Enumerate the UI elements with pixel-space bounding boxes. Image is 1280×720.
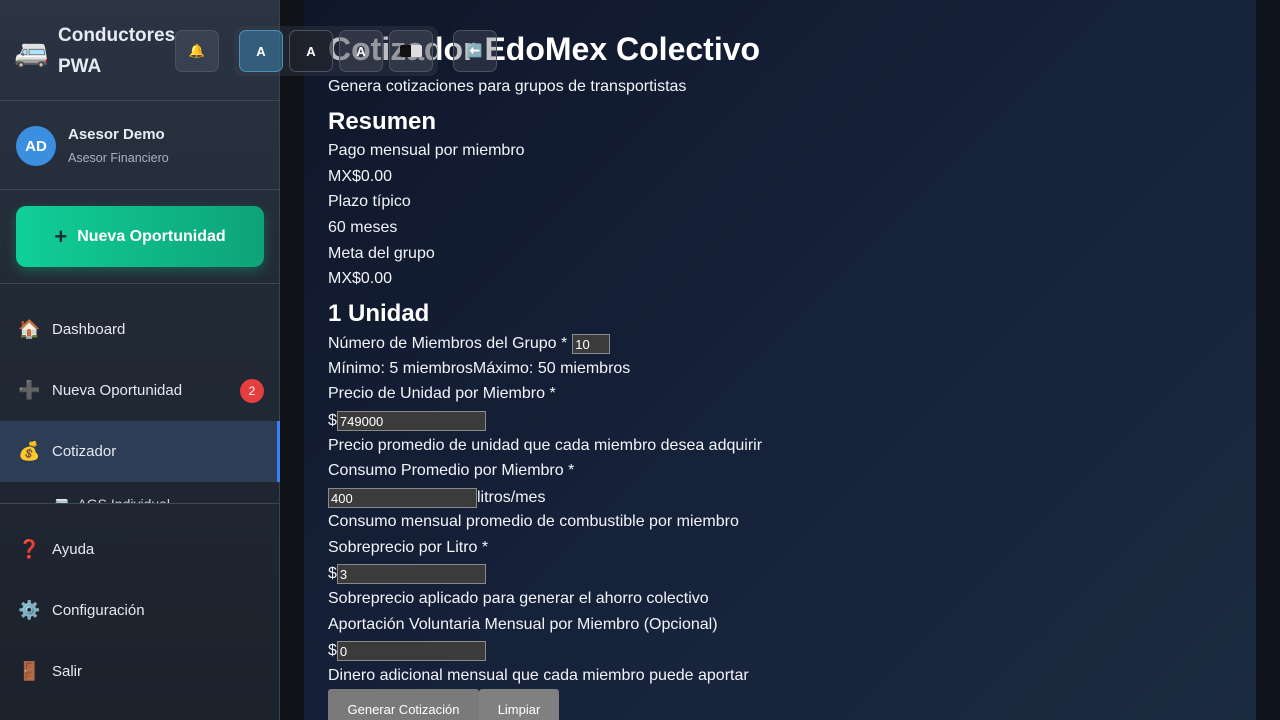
surcharge-input[interactable] bbox=[336, 564, 486, 584]
sidebar-item-label: Nueva Oportunidad bbox=[52, 382, 183, 399]
surcharge-hint: Sobreprecio aplicado para generar el aho… bbox=[328, 590, 709, 607]
sidebar-item-cotizador[interactable]: 💰 Cotizador bbox=[0, 421, 280, 482]
new-opportunity-label: Nueva Oportunidad bbox=[77, 227, 226, 245]
summary-heading: Resumen bbox=[328, 108, 437, 135]
voluntary-label: Aportación Voluntaria Mensual por Miembr… bbox=[328, 616, 718, 633]
summary-goal-value: MX$0.00 bbox=[328, 270, 393, 287]
sidebar-item-label: Configuración bbox=[52, 602, 145, 619]
clear-button[interactable]: Limpiar bbox=[479, 689, 559, 720]
notifications-button[interactable]: 🔔 bbox=[175, 30, 219, 72]
voluntary-field-row: $ bbox=[328, 641, 486, 661]
sidebar-item-settings[interactable]: ⚙️ Configuración bbox=[0, 580, 280, 641]
consumption-input[interactable] bbox=[328, 488, 477, 508]
avatar: AD bbox=[16, 126, 56, 166]
price-label: Precio de Unidad por Miembro * bbox=[328, 385, 556, 402]
sidebar-item-new-opportunity[interactable]: ➕ Nueva Oportunidad 2 bbox=[0, 360, 280, 421]
van-icon: 🚐 bbox=[52, 495, 70, 504]
font-size-large-button[interactable]: A bbox=[339, 30, 383, 72]
units-heading: 1 Unidad bbox=[328, 300, 430, 327]
consumption-hint: Consumo mensual promedio de combustible … bbox=[328, 513, 739, 530]
price-hint: Precio promedio de unidad que cada miemb… bbox=[328, 437, 763, 454]
font-size-small-button[interactable]: A bbox=[239, 30, 283, 72]
members-input[interactable] bbox=[572, 334, 611, 354]
back-arrow-icon: ⬅️ bbox=[466, 43, 484, 58]
sidebar-subitem-label: AGS Individual bbox=[77, 496, 171, 504]
sidebar-item-help[interactable]: ❓ Ayuda bbox=[0, 519, 280, 580]
font-size-medium-button[interactable]: A bbox=[289, 30, 333, 72]
page-subtitle: Genera cotizaciones para grupos de trans… bbox=[328, 78, 687, 95]
sidebar-item-label: Dashboard bbox=[52, 321, 126, 338]
members-hint: Mínimo: 5 miembrosMáximo: 50 miembros bbox=[328, 360, 631, 377]
currency-symbol: $ bbox=[328, 642, 337, 659]
unit-price-input[interactable] bbox=[336, 411, 486, 431]
user-profile: AD Asesor Demo Asesor Financiero bbox=[0, 101, 280, 190]
sidebar-nav: 🏠 Dashboard ➕ Nueva Oportunidad 2 💰 Coti… bbox=[0, 299, 280, 504]
brand-line-2: PWA bbox=[58, 56, 102, 77]
voluntary-hint: Dinero adicional mensual que cada miembr… bbox=[328, 667, 749, 684]
bell-icon: 🔔 bbox=[188, 43, 206, 58]
main-content: Cotizador EdoMex Colectivo Genera cotiza… bbox=[304, 0, 1256, 720]
gear-icon: ⚙️ bbox=[18, 600, 41, 620]
sidebar-item-dashboard[interactable]: 🏠 Dashboard bbox=[0, 299, 280, 360]
sidebar-footer-nav: ❓ Ayuda ⚙️ Configuración 🚪 Salir bbox=[0, 519, 280, 702]
door-icon: 🚪 bbox=[18, 661, 41, 681]
right-edge bbox=[1256, 0, 1280, 720]
consumption-field-row: litros/mes bbox=[328, 488, 545, 508]
voluntary-input[interactable] bbox=[336, 641, 486, 661]
back-button[interactable]: ⬅️ bbox=[453, 30, 497, 72]
price-field-row: $ bbox=[328, 411, 486, 431]
plus-icon: + bbox=[54, 223, 68, 249]
cta-section: + Nueva Oportunidad bbox=[0, 190, 280, 284]
sidebar-gutter bbox=[280, 0, 304, 720]
sidebar-subitem-ags-individual[interactable]: 🚐 AGS Individual bbox=[0, 482, 280, 504]
plus-icon: ➕ bbox=[18, 380, 41, 400]
consumption-unit: litros/mes bbox=[477, 489, 546, 506]
surcharge-field-row: $ bbox=[328, 564, 486, 584]
sidebar-item-label: Cotizador bbox=[52, 443, 117, 460]
currency-symbol: $ bbox=[328, 565, 337, 582]
contrast-toggle-button[interactable] bbox=[389, 30, 433, 72]
summary-goal-label: Meta del grupo bbox=[328, 245, 435, 262]
contrast-icon bbox=[400, 45, 422, 57]
profile-name: Asesor Demo bbox=[68, 126, 165, 143]
summary-term-value: 60 meses bbox=[328, 219, 398, 236]
question-icon: ❓ bbox=[18, 539, 41, 559]
summary-monthly-value: MX$0.00 bbox=[328, 168, 393, 185]
van-icon: 🚐 bbox=[14, 37, 49, 68]
surcharge-label: Sobreprecio por Litro * bbox=[328, 539, 489, 556]
notification-badge: 2 bbox=[240, 379, 264, 403]
sidebar-item-logout[interactable]: 🚪 Salir bbox=[0, 641, 280, 702]
brand-name: Conductores PWA bbox=[58, 20, 178, 82]
brand-line-1: Conductores bbox=[58, 25, 176, 46]
currency-symbol: $ bbox=[328, 412, 337, 429]
members-field-row: Número de Miembros del Grupo * bbox=[328, 334, 611, 354]
sidebar-item-label: Ayuda bbox=[52, 541, 95, 558]
generate-quote-button[interactable]: Generar Cotización bbox=[328, 689, 479, 720]
consumption-label: Consumo Promedio por Miembro * bbox=[328, 462, 575, 479]
members-label: Número de Miembros del Grupo * bbox=[328, 335, 568, 352]
profile-role: Asesor Financiero bbox=[68, 151, 169, 165]
new-opportunity-button[interactable]: + Nueva Oportunidad bbox=[16, 206, 264, 267]
sidebar-item-label: Salir bbox=[52, 663, 83, 680]
summary-monthly-label: Pago mensual por miembro bbox=[328, 142, 525, 159]
summary-term-label: Plazo típico bbox=[328, 193, 411, 210]
sidebar: 🚐 Conductores PWA AD Asesor Demo Asesor … bbox=[0, 0, 280, 720]
home-icon: 🏠 bbox=[18, 319, 41, 339]
money-bag-icon: 💰 bbox=[18, 441, 41, 461]
